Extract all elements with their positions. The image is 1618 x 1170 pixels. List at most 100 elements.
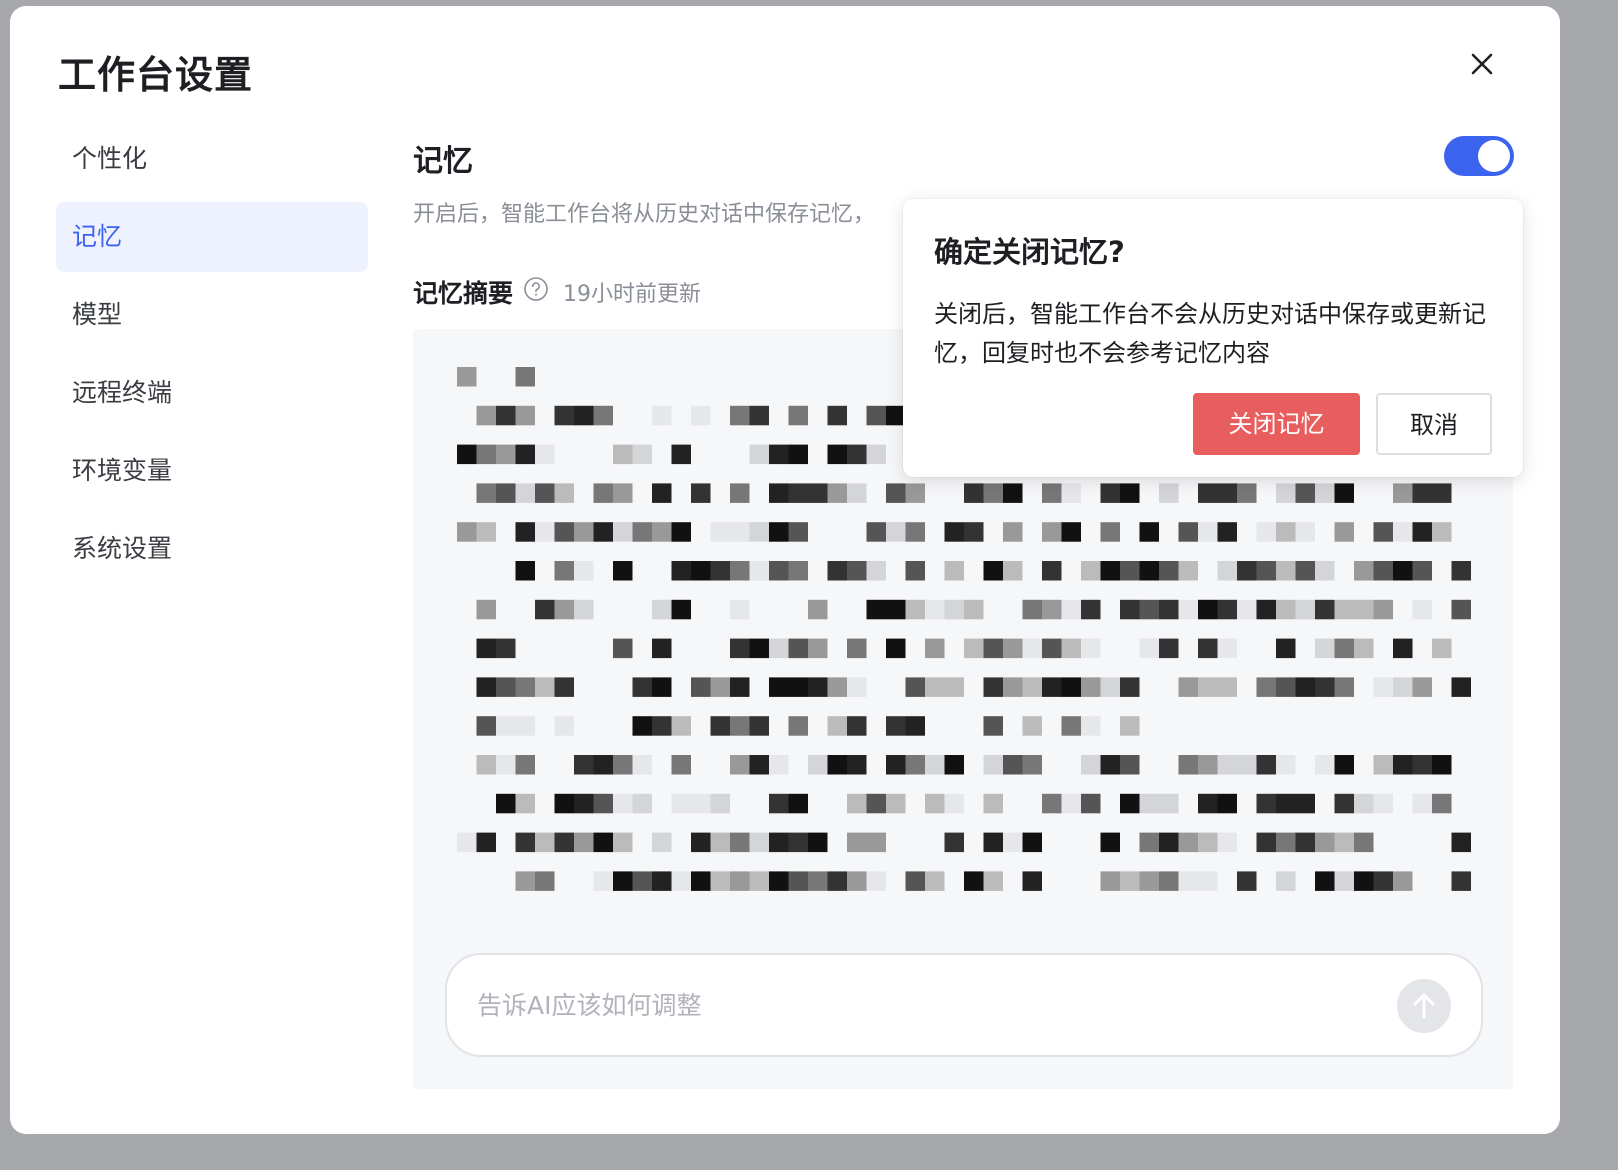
obscured-pixel — [1217, 677, 1237, 697]
obscured-pixel — [1432, 483, 1452, 503]
obscured-pixel — [515, 677, 535, 697]
obscured-pixel — [1081, 561, 1101, 581]
nav-item-personalization[interactable]: 个性化 — [56, 124, 368, 194]
obscured-pixel — [1100, 677, 1120, 697]
obscured-pixel — [1022, 716, 1042, 736]
memory-section-title: 记忆 — [413, 144, 473, 179]
obscured-pixel — [1178, 677, 1198, 697]
obscured-pixel — [1334, 793, 1354, 814]
nav-item-system-settings[interactable]: 系统设置 — [56, 514, 368, 584]
obscured-pixel — [1451, 677, 1471, 697]
obscured-pixel — [964, 638, 984, 659]
nav-item-model[interactable]: 模型 — [56, 280, 368, 350]
obscured-pixel — [944, 599, 964, 620]
obscured-pixel — [925, 599, 945, 620]
nav-item-memory[interactable]: 记忆 — [56, 202, 368, 272]
obscured-pixel — [1334, 522, 1354, 542]
obscured-pixel — [1276, 483, 1296, 503]
cancel-button[interactable]: 取消 — [1376, 393, 1492, 455]
obscured-pixel — [476, 599, 496, 620]
obscured-pixel — [1276, 561, 1296, 581]
obscured-pixel — [1412, 755, 1432, 775]
obscured-pixel — [1237, 755, 1257, 775]
obscured-pixel — [1081, 755, 1101, 775]
obscured-pixel — [788, 716, 808, 736]
obscured-pixel — [554, 483, 574, 503]
memory-toggle[interactable] — [1444, 136, 1514, 176]
obscured-pixel — [1295, 677, 1315, 697]
obscured-pixel — [1373, 561, 1393, 581]
obscured-pixel — [691, 832, 711, 853]
obscured-pixel — [1100, 755, 1120, 775]
obscured-pixel — [476, 832, 496, 853]
obscured-pixel — [925, 793, 945, 814]
close-button[interactable] — [1462, 44, 1502, 84]
obscured-pixel — [1393, 755, 1413, 775]
obscured-pixel — [1256, 677, 1276, 697]
question-circle-icon[interactable] — [523, 276, 549, 302]
obscured-pixel — [652, 716, 672, 736]
obscured-pixel — [964, 871, 984, 891]
obscured-pixel — [808, 871, 828, 891]
obscured-pixel — [788, 871, 808, 891]
obscured-pixel — [1178, 599, 1198, 620]
obscured-pixel — [847, 444, 867, 465]
adjust-memory-input[interactable] — [477, 983, 1357, 1027]
obscured-pixel — [652, 405, 672, 426]
obscured-pixel — [1178, 561, 1198, 581]
nav-item-remote-terminal[interactable]: 远程终端 — [56, 358, 368, 428]
obscured-pixel — [1217, 561, 1237, 581]
obscured-pixel — [613, 561, 633, 581]
obscured-pixel — [1022, 677, 1042, 697]
obscured-pixel — [827, 755, 847, 775]
obscured-pixel — [1022, 755, 1042, 775]
obscured-pixel — [1100, 561, 1120, 581]
obscured-pixel — [515, 716, 535, 736]
obscured-pixel — [847, 793, 867, 814]
obscured-pixel — [1159, 871, 1179, 891]
obscured-pixel — [1120, 677, 1140, 697]
obscured-pixel — [574, 755, 594, 775]
obscured-pixel — [1256, 793, 1276, 814]
obscured-pixel — [1354, 832, 1374, 853]
obscured-pixel — [652, 832, 672, 853]
obscured-pixel — [1276, 832, 1296, 853]
obscured-pixel — [1412, 483, 1432, 503]
obscured-pixel — [1276, 871, 1296, 891]
obscured-pixel — [554, 522, 574, 542]
obscured-pixel — [1276, 755, 1296, 775]
obscured-pixel — [983, 638, 1003, 659]
obscured-pixel — [983, 832, 1003, 853]
obscured-pixel — [769, 483, 789, 503]
obscured-pixel — [1256, 755, 1276, 775]
obscured-pixel — [827, 483, 847, 503]
obscured-pixel — [1217, 793, 1237, 814]
obscured-pixel — [1315, 871, 1335, 891]
obscured-pixel — [1451, 561, 1471, 581]
obscured-pixel — [730, 599, 750, 620]
obscured-pixel — [827, 405, 847, 426]
obscured-pixel — [710, 677, 730, 697]
obscured-pixel — [983, 755, 1003, 775]
obscured-pixel — [1061, 716, 1081, 736]
obscured-pixel — [808, 755, 828, 775]
obscured-pixel — [1159, 483, 1179, 503]
obscured-pixel — [1198, 871, 1218, 891]
close-memory-button[interactable]: 关闭记忆 — [1193, 393, 1360, 455]
obscured-pixel — [925, 755, 945, 775]
obscured-pixel — [691, 561, 711, 581]
obscured-pixel — [613, 522, 633, 542]
obscured-pixel — [535, 677, 555, 697]
obscured-pixel — [1100, 483, 1120, 503]
obscured-pixel — [535, 444, 555, 465]
obscured-pixel — [535, 832, 555, 853]
obscured-pixel — [964, 522, 984, 542]
obscured-pixel — [632, 716, 652, 736]
obscured-pixel — [535, 871, 555, 891]
obscured-pixel — [593, 755, 613, 775]
obscured-pixel — [925, 871, 945, 891]
nav-item-env-variables[interactable]: 环境变量 — [56, 436, 368, 506]
obscured-pixel — [808, 638, 828, 659]
obscured-pixel — [964, 483, 984, 503]
send-button[interactable] — [1397, 979, 1451, 1033]
